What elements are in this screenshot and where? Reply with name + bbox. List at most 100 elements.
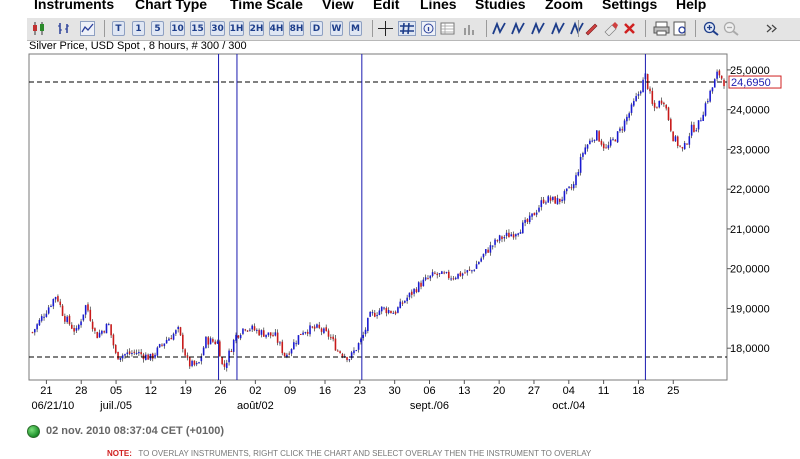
period-label: sept./06	[410, 400, 449, 412]
connection-status-icon	[27, 424, 40, 438]
time-button-30[interactable]: 30	[210, 21, 225, 36]
candle-body	[105, 323, 108, 334]
candle-body	[420, 282, 422, 287]
zoom-out-icon[interactable]	[723, 21, 740, 36]
y-tick-label: 24,0000	[730, 105, 770, 117]
candle-body	[663, 102, 665, 105]
candle-body	[54, 297, 57, 300]
toolbar-separator	[372, 20, 373, 37]
menu-zoom[interactable]: Zoom	[545, 0, 583, 12]
menu-lines[interactable]: Lines	[420, 0, 457, 12]
candle-body	[711, 87, 714, 92]
candle-body	[82, 314, 85, 321]
trendline-tool-4-icon[interactable]	[550, 21, 567, 36]
zoom-in-icon[interactable]	[703, 21, 720, 36]
candle-body	[59, 301, 62, 305]
candle-body	[316, 324, 318, 328]
candle-body	[232, 339, 235, 352]
candle-body	[332, 336, 334, 340]
eraser-icon[interactable]	[603, 21, 618, 36]
bar-chart-icon[interactable]	[56, 21, 71, 36]
candle-body	[306, 331, 309, 334]
candle-body	[484, 249, 487, 254]
chart-area[interactable]: 25,0000 24,0000 23,0000 22,0000 21,0000 20,00…	[0, 53, 800, 413]
candle-body	[84, 305, 87, 315]
delete-icon[interactable]	[622, 21, 637, 36]
time-button-d[interactable]: D	[310, 21, 323, 36]
time-button-w[interactable]: W	[330, 21, 343, 36]
menu-studies[interactable]: Studies	[475, 0, 526, 12]
candle-body	[156, 347, 159, 356]
candle-body	[704, 103, 707, 116]
candlestick-chart-icon[interactable]	[31, 21, 46, 36]
candle-body	[274, 332, 277, 336]
candle-body	[205, 336, 207, 348]
data-table-icon[interactable]	[440, 21, 455, 36]
menu-time-scale[interactable]: Time Scale	[230, 0, 303, 12]
candle-body	[38, 319, 41, 326]
candle-body	[66, 316, 68, 323]
menu-chart-type[interactable]: Chart Type	[135, 0, 207, 12]
candle-body	[577, 172, 580, 176]
info-icon[interactable]	[421, 21, 436, 36]
line-chart-icon[interactable]	[80, 21, 95, 36]
time-button-t[interactable]: T	[112, 21, 125, 36]
menu-view[interactable]: View	[322, 0, 354, 12]
trendline-tool-1-icon[interactable]	[491, 21, 508, 36]
trendline-tool-3-icon[interactable]	[530, 21, 547, 36]
time-button-15[interactable]: 15	[190, 21, 205, 36]
time-button-10[interactable]: 10	[170, 21, 185, 36]
candle-body	[561, 199, 563, 202]
candle-body	[438, 273, 441, 275]
crosshair-icon[interactable]	[378, 21, 393, 36]
print-icon[interactable]	[653, 21, 670, 36]
toolbar-more-icon[interactable]	[765, 21, 778, 36]
pencil-icon[interactable]	[583, 21, 598, 36]
candle-body	[489, 245, 492, 253]
time-button-1h[interactable]: 1H	[229, 21, 244, 36]
menu-instruments[interactable]: Instruments	[34, 0, 114, 12]
candle-body	[690, 124, 693, 136]
candle-body	[508, 232, 510, 238]
x-tick-label: 13	[458, 385, 470, 397]
current-price-label: 24,6950	[731, 77, 771, 89]
trendline-tool-2-icon[interactable]	[510, 21, 527, 36]
print-preview-icon[interactable]	[672, 21, 689, 36]
candle-body	[318, 324, 321, 328]
time-button-4h[interactable]: 4H	[269, 21, 284, 36]
x-tick-label: 23	[354, 385, 366, 397]
candle-body	[637, 94, 640, 96]
toolbar-separator	[695, 20, 696, 37]
candle-body	[656, 107, 658, 109]
candle-body	[397, 307, 399, 313]
candle-body	[71, 324, 73, 329]
candle-body	[209, 338, 212, 345]
menu-help[interactable]: Help	[676, 0, 706, 12]
candle-body	[378, 310, 381, 315]
menu-edit[interactable]: Edit	[373, 0, 399, 12]
candle-body	[193, 360, 196, 365]
candle-body	[133, 351, 136, 353]
time-button-8h[interactable]: 8H	[289, 21, 304, 36]
overlay-note: NOTE: TO OVERLAY INSTRUMENTS, RIGHT CLIC…	[107, 449, 591, 459]
candle-body	[45, 313, 48, 317]
grid-toggle-icon[interactable]	[398, 21, 416, 36]
x-tick-label: 30	[389, 385, 401, 397]
time-button-1[interactable]: 1	[132, 21, 145, 36]
candle-body	[688, 136, 691, 145]
candle-body	[202, 347, 205, 356]
candle-body	[272, 335, 274, 337]
menu-settings[interactable]: Settings	[602, 0, 657, 12]
candle-body	[77, 324, 80, 330]
y-tick-label: 23,0000	[730, 144, 770, 156]
time-button-m[interactable]: M	[349, 21, 362, 36]
candle-body	[151, 353, 154, 359]
time-button-5[interactable]: 5	[151, 21, 164, 36]
volume-icon[interactable]	[462, 21, 477, 36]
candle-body	[658, 100, 661, 108]
candle-body	[457, 273, 459, 279]
candle-body	[452, 278, 455, 280]
candle-body	[660, 100, 663, 104]
candle-body	[94, 328, 96, 331]
time-button-2h[interactable]: 2H	[249, 21, 264, 36]
